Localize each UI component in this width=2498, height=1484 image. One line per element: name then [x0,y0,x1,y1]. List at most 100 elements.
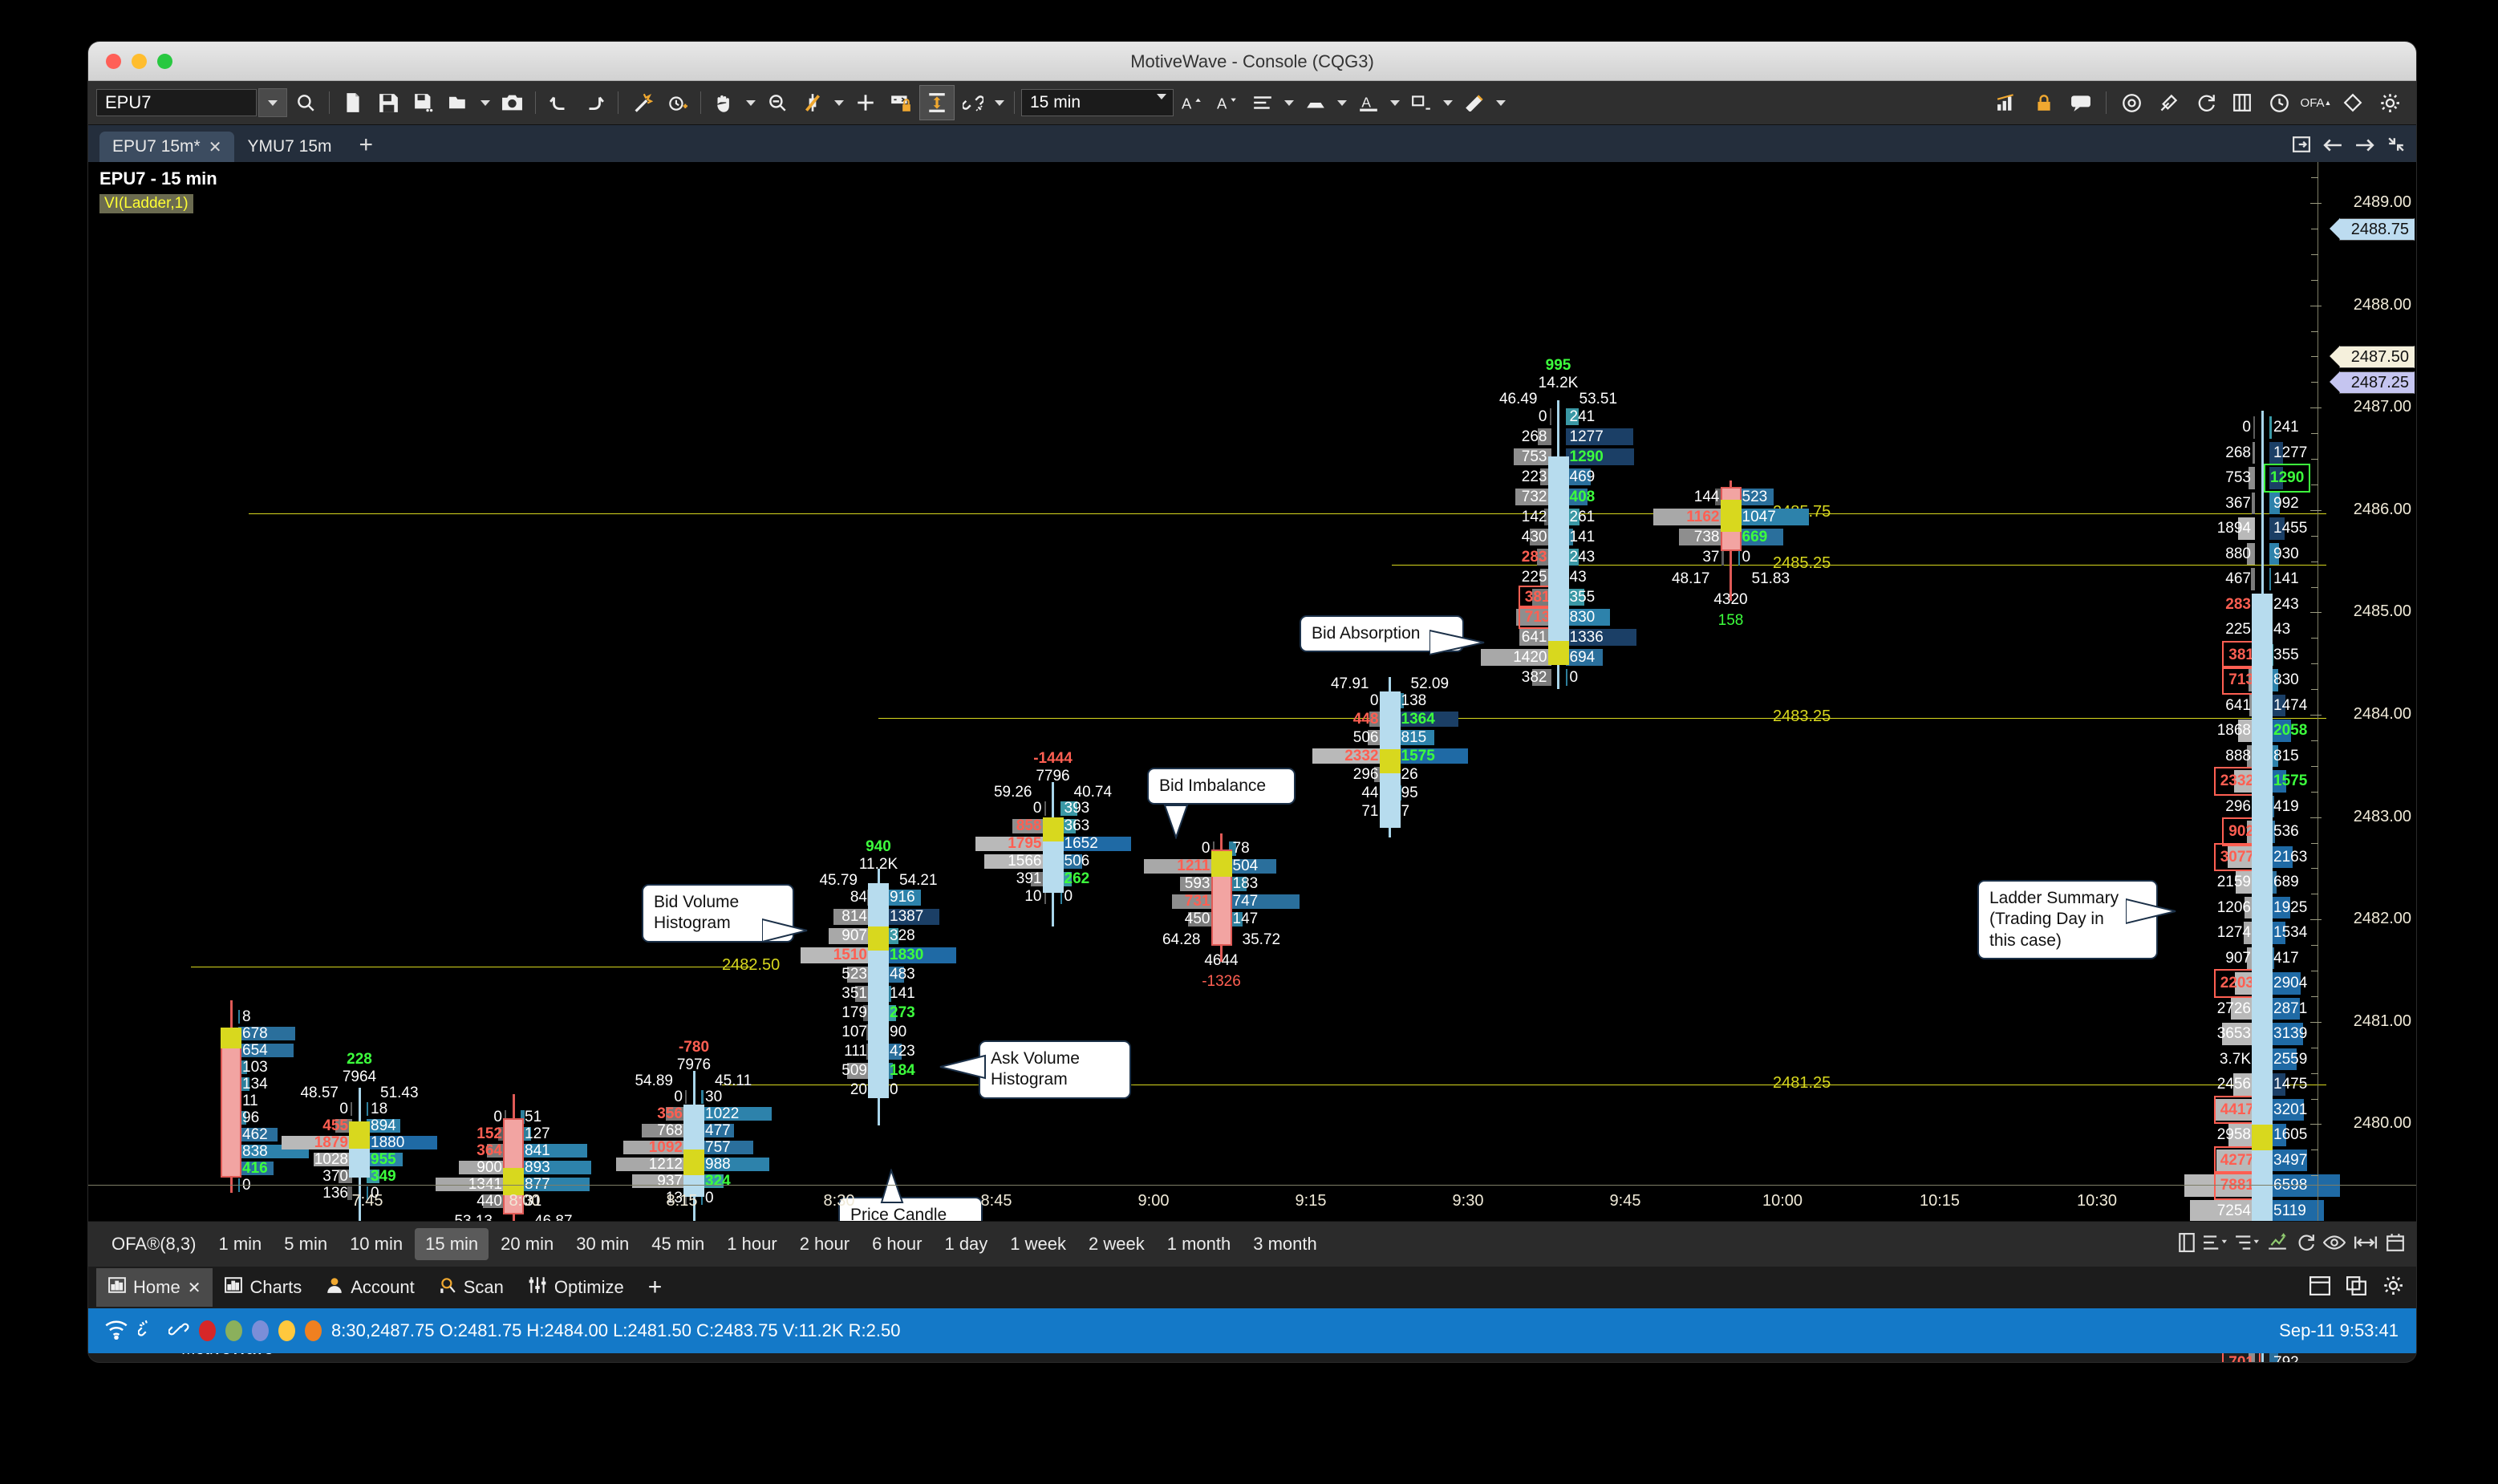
study-settings-label[interactable]: OFA®(8,3) [101,1228,206,1260]
zoom-out-icon[interactable] [760,86,794,120]
ladder-bar-1[interactable]: 8 678 654 103 134 11 96 462 838 416 0 [175,1000,309,1194]
fit-icon[interactable] [2354,1235,2378,1255]
fill-dropdown-icon[interactable] [1440,86,1456,120]
symbol-input[interactable]: EPU7 [96,89,257,116]
close-icon[interactable]: ✕ [209,137,222,157]
align-icon[interactable] [1246,86,1279,120]
interval-1-day[interactable]: 1 day [934,1228,998,1260]
interval-1-week[interactable]: 1 week [1000,1228,1077,1260]
status-indicator-dot[interactable] [199,1320,216,1341]
interval-select[interactable]: 15 min [1021,89,1174,118]
ladder-bar-6[interactable]: -1444 7796 59.26 40.74 0 393 858 363 1795 1652 156… [975,750,1131,926]
ladder-bar-9[interactable]: 995 14.2K 46.49 53.51 0 241 268 1277 753 1290 223 4… [1480,357,1636,689]
refresh-icon[interactable] [2188,86,2222,120]
lock2-icon[interactable] [2027,86,2061,120]
align-dropdown-icon[interactable] [1281,86,1297,120]
popout-icon[interactable] [2293,136,2310,157]
ladder-bar-7[interactable]: 64.2835.724644-1326078121150459318373174… [1143,833,1300,990]
expand-vertical-icon[interactable] [919,85,955,120]
clock-icon[interactable] [2262,86,2296,120]
app-charts[interactable]: Charts [213,1268,314,1307]
open-dropdown-icon[interactable] [477,86,493,120]
ladder-bar-5[interactable]: 940 11.2K 45.79 54.21 84 916 814 1387 907 328 1510… [801,838,956,1125]
interval-45-min[interactable]: 45 min [641,1228,715,1260]
interval-1-hour[interactable]: 1 hour [716,1228,787,1260]
line-style-icon[interactable] [796,86,829,120]
fill-icon[interactable] [1405,86,1438,120]
wifi-icon[interactable] [104,1319,128,1344]
interval-10-min[interactable]: 10 min [339,1228,413,1260]
link-broken-icon[interactable] [956,86,990,120]
interval-30-min[interactable]: 30 min [566,1228,639,1260]
chat-icon[interactable] [2064,86,2098,120]
eye-icon[interactable] [2322,1235,2346,1255]
pen-dropdown-icon[interactable] [1493,86,1509,120]
chart-canvas[interactable]: EPU7 - 15 min VI(Ladder,1) 2485.75 2485.… [88,162,2416,1362]
symbol-dropdown-button[interactable] [258,88,287,117]
text-color-icon[interactable]: A [1352,86,1385,120]
shape-dropdown-icon[interactable] [1334,86,1350,120]
price-axis[interactable]: 2489.00 2488.00 2487.00 2486.00 2485.00 2484.… [2310,162,2416,1221]
interval-3-month[interactable]: 3 month [1243,1228,1328,1260]
status-indicator-dot[interactable] [225,1320,242,1341]
wand-icon[interactable] [625,86,659,120]
save-as-icon[interactable] [407,86,440,120]
undo-icon[interactable] [542,86,576,120]
interval-6-hour[interactable]: 6 hour [862,1228,932,1260]
lock-icon[interactable] [884,86,918,120]
link-dropdown-icon[interactable] [991,86,1008,120]
camera-icon[interactable] [495,86,529,120]
window-icon[interactable] [2309,1275,2330,1300]
tools-icon[interactable] [2151,86,2185,120]
font-increase-icon[interactable]: A [1175,86,1209,120]
target-icon[interactable] [2115,86,2148,120]
link-broken-icon[interactable] [137,1320,159,1343]
alarm-icon[interactable] [660,86,694,120]
diamond-icon[interactable] [2336,86,2370,120]
close-icon[interactable]: ✕ [188,1278,201,1298]
panel-icon[interactable] [2179,1232,2195,1256]
interval-5-min[interactable]: 5 min [274,1228,338,1260]
gear-icon[interactable] [2373,86,2407,120]
arrow-right-icon[interactable] [2355,136,2374,157]
interval-2-week[interactable]: 2 week [1078,1228,1155,1260]
ofa-icon[interactable]: OFA ▲ [2299,86,2333,120]
add-tab-button[interactable]: + [345,132,388,162]
status-indicator-dot[interactable] [252,1320,269,1341]
interval-1-month[interactable]: 1 month [1157,1228,1242,1260]
save-icon[interactable] [371,86,405,120]
calendar-icon[interactable] [2386,1233,2405,1256]
crosshair-icon[interactable] [849,86,882,120]
list1-icon[interactable] [2203,1234,2227,1255]
tab-ymu7-15m[interactable]: YMU7 15m [234,132,344,162]
interval-1-min[interactable]: 1 min [208,1228,272,1260]
status-indicator-dot[interactable] [305,1320,322,1341]
app-scan[interactable]: Scan [427,1268,516,1307]
link-icon[interactable] [168,1320,189,1343]
pen-icon[interactable] [1458,86,1491,120]
status-indicator-dot[interactable] [278,1320,295,1341]
interval-15-min[interactable]: 15 min [415,1228,489,1260]
ladder-bar-10[interactable]: 48.1751.83432015814452311621047738669370 [1652,480,1809,629]
tab-epu7-15m[interactable]: EPU7 15m* ✕ [99,132,235,162]
depth-icon[interactable] [1990,86,2024,120]
shape-icon[interactable] [1299,86,1332,120]
grid-icon[interactable] [2225,86,2259,120]
text-color-dropdown-icon[interactable] [1387,86,1403,120]
interval-2-hour[interactable]: 2 hour [789,1228,860,1260]
refresh2-icon[interactable] [2296,1233,2315,1256]
redo-icon[interactable] [578,86,611,120]
collapse-icon[interactable] [2387,136,2405,157]
search-icon[interactable] [289,86,322,120]
hand-dropdown-icon[interactable] [743,86,759,120]
chart-type-icon[interactable] [2267,1232,2288,1256]
list2-icon[interactable] [2235,1234,2259,1255]
ladder-bar-8[interactable]: 47.91 52.09 0 138 448 1364 506 815 2332 1575 296 26… [1312,675,1468,837]
copy-icon[interactable] [2346,1275,2367,1300]
hand-icon[interactable] [708,86,741,120]
add-app-button[interactable]: + [636,1266,675,1309]
app-home[interactable]: Home ✕ [96,1268,213,1307]
app-optimize[interactable]: Optimize [516,1268,636,1307]
interval-20-min[interactable]: 20 min [490,1228,564,1260]
new-icon[interactable] [336,86,370,120]
